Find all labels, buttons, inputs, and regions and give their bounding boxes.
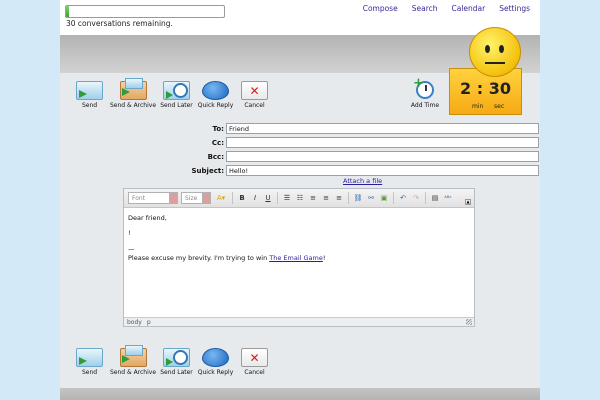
neutral-mouth	[485, 62, 505, 64]
spellcheck-icon[interactable]: ᴬᴮᶜ	[443, 192, 453, 204]
to-row: To:	[120, 123, 539, 134]
nav-calendar[interactable]: Calendar	[452, 4, 486, 13]
bottom-action-toolbar: Send Send & Archive Send Later Quick Rep…	[73, 345, 271, 376]
message-body[interactable]: Dear friend, ! — Please excuse my brevit…	[124, 208, 474, 270]
undo-icon[interactable]: ↶	[398, 192, 408, 204]
nav-compose[interactable]: Compose	[363, 4, 398, 13]
expand-toolbar-icon[interactable]: ▲	[465, 199, 471, 205]
send-later-button[interactable]: Send Later	[160, 81, 193, 109]
underline-icon[interactable]: U	[263, 192, 273, 204]
timer-value: 2 : 30	[460, 79, 511, 98]
progress-fill	[66, 6, 70, 17]
conversations-remaining: 30 conversations remaining.	[66, 19, 173, 28]
status-path-body[interactable]: body	[127, 319, 142, 326]
link-icon[interactable]: ⛓	[353, 192, 363, 204]
send-icon	[76, 348, 103, 367]
add-time-clock-icon	[413, 76, 434, 99]
timer-sec-label: sec	[494, 103, 505, 110]
text-color-icon[interactable]: A▾	[214, 192, 228, 204]
body-greeting: Dear friend,	[128, 214, 167, 222]
align-left-icon[interactable]: ≡	[308, 192, 318, 204]
send-archive-icon	[119, 78, 147, 100]
message-editor: Font Size A▾ B I U ☰ ☷ ≡ ≡ ≡ ⛓ ⚯ ▣ ↶ ↷ ▤…	[123, 188, 475, 327]
footer-band	[60, 388, 540, 400]
status-path-p[interactable]: p	[147, 319, 151, 326]
cc-input[interactable]	[226, 137, 539, 148]
signature-separator: —	[128, 244, 135, 253]
toolbar-divider	[277, 192, 278, 204]
attach-file-link[interactable]: Attach a file	[343, 177, 382, 185]
cancel-button[interactable]: Cancel	[238, 81, 271, 109]
send-button[interactable]: Send	[73, 81, 106, 109]
nav-settings[interactable]: Settings	[499, 4, 530, 13]
editor-toolbar: Font Size A▾ B I U ☰ ☷ ≡ ≡ ≡ ⛓ ⚯ ▣ ↶ ↷ ▤…	[124, 189, 474, 208]
nav-search[interactable]: Search	[412, 4, 438, 13]
resize-grip-icon[interactable]	[466, 319, 472, 325]
conversation-progress-bar	[65, 5, 225, 18]
send-icon	[76, 81, 103, 100]
email-game-link[interactable]: The Email Game	[269, 254, 323, 262]
smiley-face-icon	[469, 27, 521, 77]
bullet-list-icon[interactable]: ☷	[295, 192, 305, 204]
top-action-toolbar: Send Send & Archive Send Later Quick Rep…	[73, 78, 271, 109]
close-icon	[241, 348, 268, 367]
speech-bubble-icon	[202, 81, 229, 100]
add-time-button[interactable]: Add Time	[410, 76, 440, 109]
toolbar-divider	[232, 192, 233, 204]
send-later-button-bottom[interactable]: Send Later	[160, 348, 193, 376]
left-eye	[485, 45, 490, 53]
compose-panel: Send Send & Archive Send Later Quick Rep…	[60, 73, 540, 388]
toolbar-divider	[393, 192, 394, 204]
send-button-bottom[interactable]: Send	[73, 348, 106, 376]
toolbar-divider	[348, 192, 349, 204]
chevron-down-icon	[202, 193, 210, 203]
align-right-icon[interactable]: ≡	[334, 192, 344, 204]
body-line: !	[128, 229, 131, 238]
font-select[interactable]: Font	[128, 192, 178, 204]
signature: Please excuse my brevity. I'm trying to …	[128, 254, 326, 263]
bcc-input[interactable]	[226, 151, 539, 162]
right-eye	[499, 45, 504, 53]
quick-reply-button[interactable]: Quick Reply	[198, 81, 233, 109]
italic-icon[interactable]: I	[250, 192, 260, 204]
bold-icon[interactable]: B	[237, 192, 247, 204]
timer-min-label: min	[472, 103, 484, 110]
image-icon[interactable]: ▣	[379, 192, 389, 204]
send-archive-button[interactable]: Send & Archive	[110, 78, 156, 109]
subject-row: Subject:	[120, 165, 539, 176]
cc-row: Cc:	[120, 137, 539, 148]
source-code-icon[interactable]: ▤	[430, 192, 440, 204]
send-later-clock-icon	[163, 81, 190, 100]
quick-reply-button-bottom[interactable]: Quick Reply	[198, 348, 233, 376]
top-nav: Compose Search Calendar Settings	[363, 4, 530, 13]
subject-input[interactable]	[226, 165, 539, 176]
redo-icon[interactable]: ↷	[411, 192, 421, 204]
bcc-row: Bcc:	[120, 151, 539, 162]
unlink-icon[interactable]: ⚯	[366, 192, 376, 204]
close-icon	[241, 81, 268, 100]
cancel-button-bottom[interactable]: Cancel	[238, 348, 271, 376]
send-later-clock-icon	[163, 348, 190, 367]
send-archive-icon	[119, 345, 147, 367]
send-archive-button-bottom[interactable]: Send & Archive	[110, 345, 156, 376]
chevron-down-icon	[169, 193, 177, 203]
size-select[interactable]: Size	[181, 192, 211, 204]
to-input[interactable]	[226, 123, 539, 134]
align-center-icon[interactable]: ≡	[321, 192, 331, 204]
toolbar-divider	[425, 192, 426, 204]
top-bar: 30 conversations remaining. Compose Sear…	[60, 0, 540, 35]
numbered-list-icon[interactable]: ☰	[282, 192, 292, 204]
editor-status-bar: body p	[124, 317, 474, 326]
speech-bubble-icon	[202, 348, 229, 367]
